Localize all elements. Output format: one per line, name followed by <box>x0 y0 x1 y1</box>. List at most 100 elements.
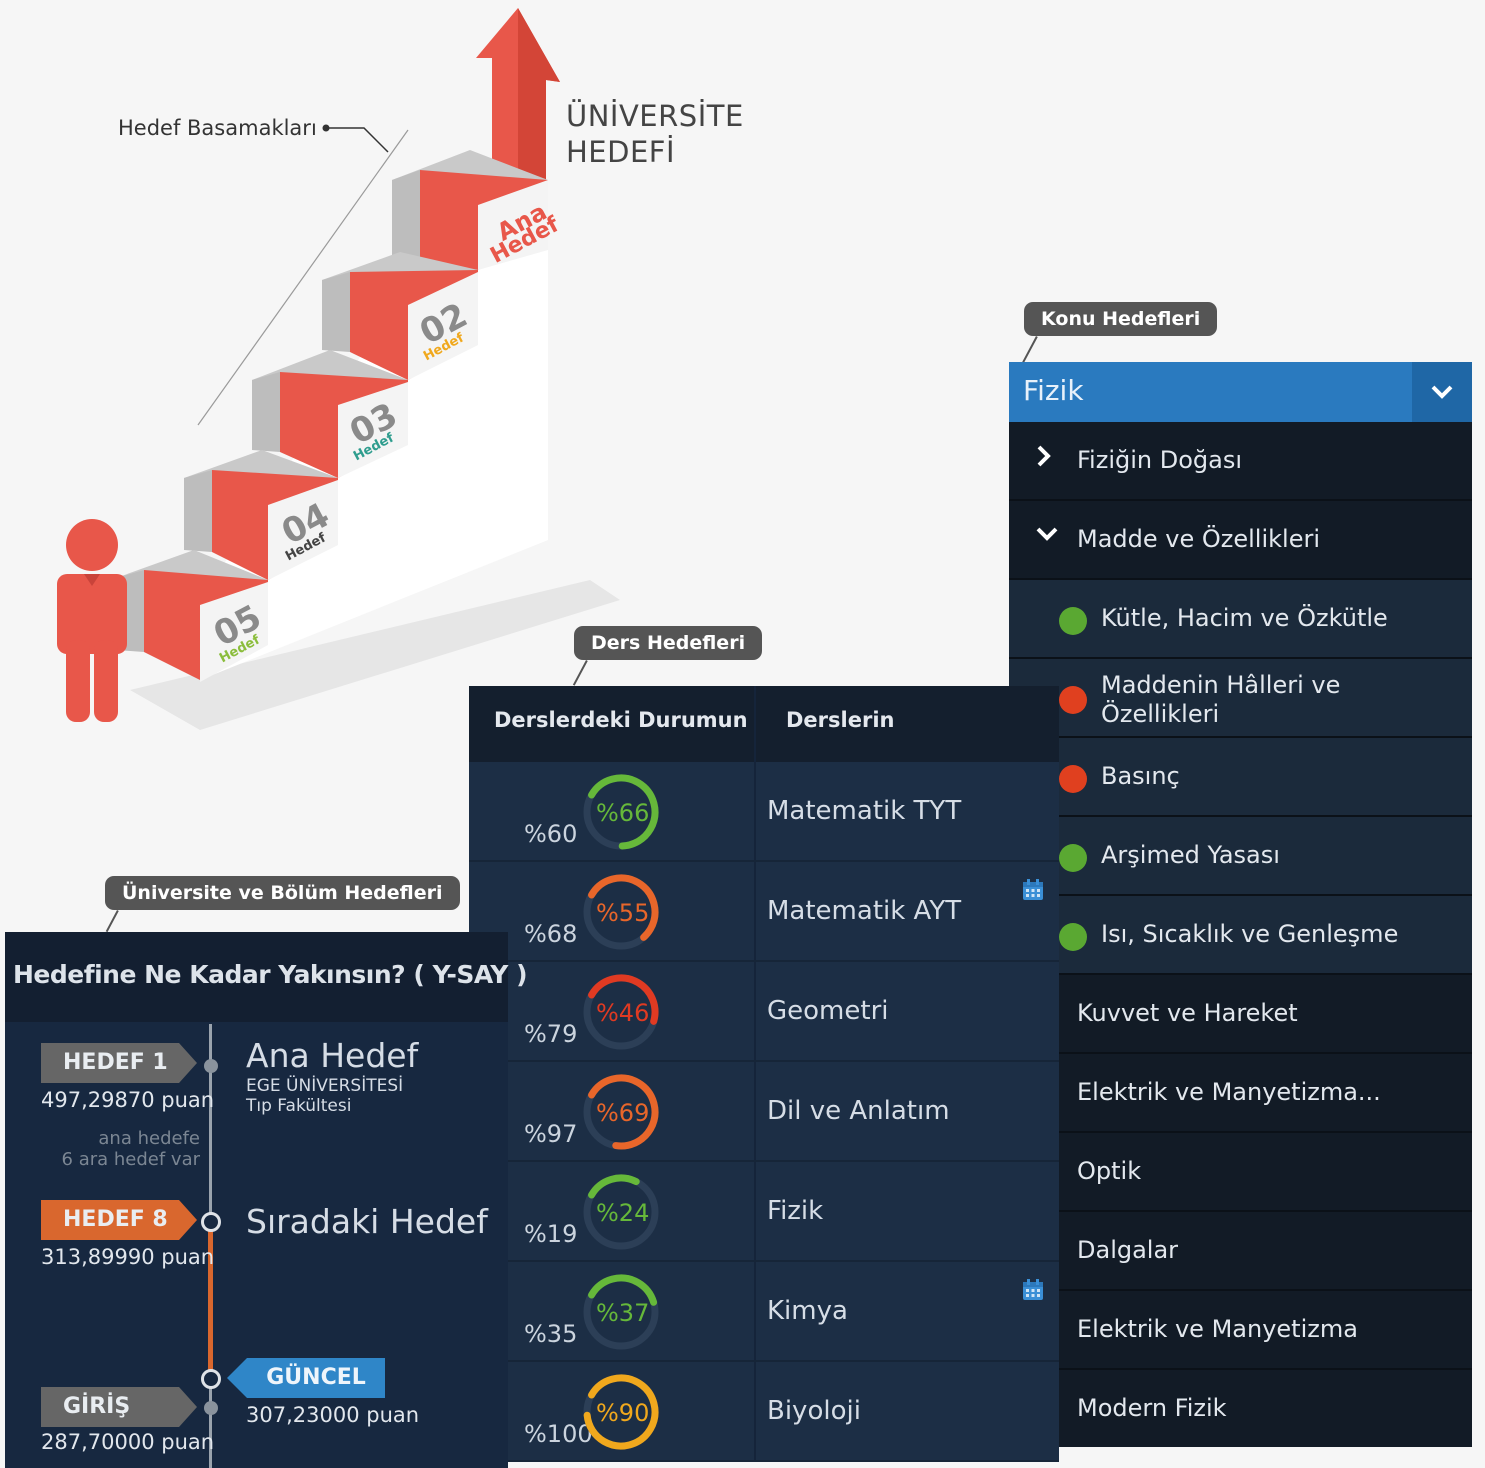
chevron-right-icon <box>1035 444 1053 474</box>
target-percent: %66 <box>596 799 650 827</box>
subtopic-row[interactable]: Basınç <box>1009 738 1472 817</box>
subtopic-row[interactable]: Arşimed Yasası <box>1009 817 1472 896</box>
chevron-down-icon <box>1035 523 1059 551</box>
goal-title-line2: HEDEFİ <box>566 135 676 169</box>
topic-label: Optik <box>1077 1157 1142 1185</box>
person-figure <box>57 519 127 722</box>
course-row[interactable]: %97 %69 Dil ve Anlatım <box>469 1062 1059 1162</box>
university-goals-panel: Hedefine Ne Kadar Yakınsın? ( Y-SAY ) HE… <box>5 932 528 1468</box>
timeline-node <box>204 1059 218 1073</box>
hedef-1-points: 497,29870 puan <box>41 1088 215 1112</box>
flag-guncel: GÜNCEL <box>247 1358 385 1398</box>
giris-points: 287,70000 puan <box>41 1430 215 1454</box>
topic-label: Fiziğin Doğası <box>1077 446 1243 474</box>
tag-universite-hedefleri: Üniversite ve Bölüm Hedefleri <box>105 876 460 910</box>
hedef-8-title: Sıradaki Hedef <box>246 1202 488 1241</box>
current-percent: %19 <box>524 1220 578 1248</box>
course-row[interactable]: %19 %24 Fizik <box>469 1162 1059 1262</box>
course-name: Matematik AYT <box>767 896 962 926</box>
subtopic-label: Kütle, Hacim ve Özkütle <box>1101 604 1388 632</box>
hedef-1-faculty: Tıp Fakültesi <box>246 1096 352 1116</box>
calendar-icon[interactable] <box>1021 1278 1045 1302</box>
target-percent: %37 <box>596 1299 650 1327</box>
subtopic-row[interactable]: Kütle, Hacim ve Özkütle <box>1009 580 1472 659</box>
topic-label: Modern Fizik <box>1077 1394 1227 1422</box>
hedef-1-university: EGE ÜNİVERSİTESİ <box>246 1076 404 1096</box>
topic-label: Kuvvet ve Hareket <box>1077 999 1298 1027</box>
note-line1: ana hedefe <box>98 1128 200 1149</box>
current-percent: %35 <box>524 1320 578 1348</box>
note-line2: 6 ara hedef var <box>61 1149 200 1170</box>
subject-dropdown-value: Fizik <box>1023 374 1084 407</box>
course-name: Kimya <box>767 1296 848 1326</box>
target-percent: %55 <box>596 899 650 927</box>
topic-row-madde[interactable]: Madde ve Özellikleri <box>1009 501 1472 580</box>
course-row[interactable]: %35 %37 Kimya <box>469 1262 1059 1362</box>
topic-goals-panel: Fizik Fiziğin Doğası Madde ve Özellikler… <box>1009 362 1472 1447</box>
topic-label: Elektrik ve Manyetizma <box>1077 1315 1358 1343</box>
course-name: Geometri <box>767 996 889 1026</box>
stairs-caption: Hedef Basamakları <box>118 116 317 140</box>
current-percent: %97 <box>524 1120 578 1148</box>
guncel-pointer <box>227 1358 247 1398</box>
course-name: Biyoloji <box>767 1396 861 1426</box>
topic-row[interactable]: Kuvvet ve Hareket <box>1009 975 1472 1054</box>
chevron-down-icon[interactable] <box>1412 362 1472 422</box>
flag-giris: GİRİŞ <box>41 1387 197 1427</box>
hedef-1-title: Ana Hedef <box>246 1036 419 1075</box>
column-header-courses: Derslerin <box>786 708 895 732</box>
status-dot <box>1059 923 1087 951</box>
status-dot <box>1059 765 1087 793</box>
topic-row-fizigin-dogasi[interactable]: Fiziğin Doğası <box>1009 422 1472 501</box>
subtopic-row[interactable]: Isı, Sıcaklık ve Genleşme <box>1009 896 1472 975</box>
subtopic-row[interactable]: Maddenin Hâlleri ve Özellikleri <box>1009 659 1472 738</box>
course-row[interactable]: %100 %90 Biyoloji <box>469 1362 1059 1462</box>
topic-row[interactable]: Elektrik ve Manyetizma <box>1009 1291 1472 1370</box>
timeline-node-current-target <box>201 1212 221 1232</box>
flag-hedef-1: HEDEF 1 <box>41 1043 197 1083</box>
table-header: Derslerdeki Durumun Derslerin <box>469 686 1059 762</box>
subtopic-label: Isı, Sıcaklık ve Genleşme <box>1101 920 1399 948</box>
current-percent: %68 <box>524 920 578 948</box>
timeline-node-current <box>201 1369 221 1389</box>
status-dot <box>1059 607 1087 635</box>
topic-label: Madde ve Özellikleri <box>1077 525 1320 553</box>
topic-row[interactable]: Modern Fizik <box>1009 1370 1472 1449</box>
target-percent: %46 <box>596 999 650 1027</box>
course-goals-table: Derslerdeki Durumun Derslerin %60 %66 Mate… <box>469 686 1059 1462</box>
course-name: Dil ve Anlatım <box>767 1096 950 1126</box>
target-percent: %24 <box>596 1199 650 1227</box>
course-name: Fizik <box>767 1196 824 1226</box>
tag-konu-hedefleri: Konu Hedefleri <box>1024 302 1218 336</box>
target-percent: %69 <box>596 1099 650 1127</box>
course-name: Matematik TYT <box>767 796 962 826</box>
subtopic-label: Arşimed Yasası <box>1101 841 1280 869</box>
status-dot <box>1059 686 1087 714</box>
flag-hedef-8: HEDEF 8 <box>41 1200 197 1240</box>
target-percent: %90 <box>596 1399 650 1427</box>
goal-title-line1: ÜNİVERSİTE <box>566 99 744 133</box>
topic-label: Dalgalar <box>1077 1236 1179 1264</box>
course-row[interactable]: %60 %66 Matematik TYT <box>469 762 1059 862</box>
calendar-icon[interactable] <box>1021 878 1045 902</box>
status-dot <box>1059 844 1087 872</box>
tag-uni-pointer <box>105 910 119 933</box>
current-percent: %60 <box>524 820 578 848</box>
panel-header: Hedefine Ne Kadar Yakınsın? ( Y-SAY ) <box>5 932 528 1022</box>
guncel-points: 307,23000 puan <box>246 1403 420 1427</box>
tag-ders-hedefleri: Ders Hedefleri <box>574 626 763 660</box>
topic-row[interactable]: Dalgalar <box>1009 1212 1472 1291</box>
tag-konu-pointer <box>1021 336 1038 364</box>
timeline-node <box>204 1401 218 1415</box>
topic-row[interactable]: Elektrik ve Manyetizma... <box>1009 1054 1472 1133</box>
topic-label: Elektrik ve Manyetizma... <box>1077 1078 1381 1106</box>
column-header-status: Derslerdeki Durumun <box>494 708 748 732</box>
course-row[interactable]: %79 %46 Geometri <box>469 962 1059 1062</box>
course-row[interactable]: %68 %55 Matematik AYT <box>469 862 1059 962</box>
subject-dropdown[interactable]: Fizik <box>1009 362 1472 422</box>
panel-title: Hedefine Ne Kadar Yakınsın? ( Y-SAY ) <box>13 960 528 989</box>
topic-row[interactable]: Optik <box>1009 1133 1472 1212</box>
hedef-8-points: 313,89990 puan <box>41 1245 215 1269</box>
current-percent: %79 <box>524 1020 578 1048</box>
subtopic-label: Basınç <box>1101 762 1180 790</box>
